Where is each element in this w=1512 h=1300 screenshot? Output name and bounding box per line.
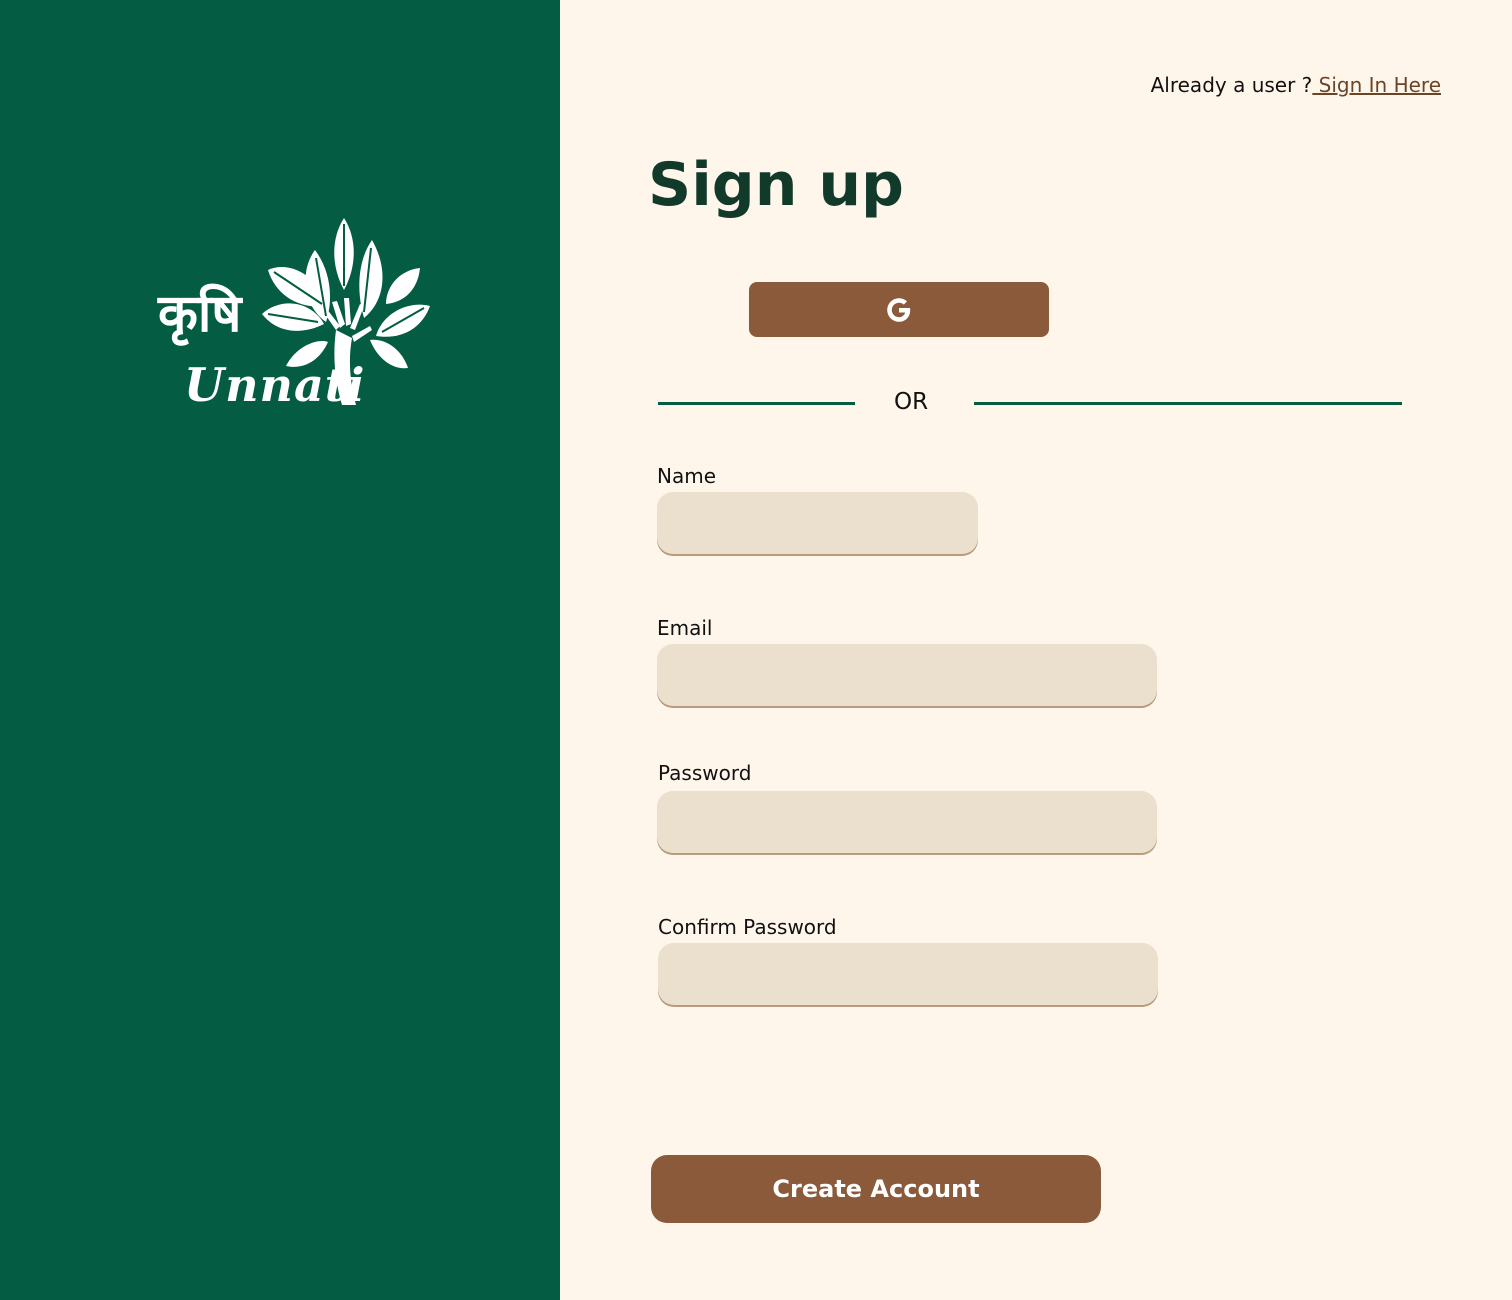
signin-link[interactable]: Sign In Here	[1312, 73, 1441, 97]
email-label: Email	[657, 616, 713, 640]
page-title: Sign up	[648, 150, 904, 220]
signin-prompt: Already a user ? Sign In Here	[1151, 73, 1441, 97]
divider-line-right	[974, 402, 1402, 405]
signin-prompt-text: Already a user ?	[1150, 73, 1313, 97]
krishi-unnati-logo: कृषि Unnati	[150, 210, 440, 420]
confirm-password-label: Confirm Password	[658, 915, 837, 939]
brand-panel: कृषि Unnati	[0, 0, 560, 1300]
confirm-password-input[interactable]	[658, 943, 1158, 1005]
name-label: Name	[657, 464, 717, 488]
logo-wordmark: Unnati	[184, 358, 366, 412]
password-label: Password	[658, 761, 752, 785]
name-input[interactable]	[657, 492, 978, 554]
google-signin-button[interactable]	[749, 282, 1049, 337]
divider-or: OR	[894, 389, 929, 415]
divider-line-left	[658, 402, 855, 405]
email-input[interactable]	[657, 644, 1157, 706]
create-account-button[interactable]: Create Account	[651, 1155, 1101, 1223]
google-g-icon	[887, 297, 911, 322]
signup-panel: Already a user ? Sign In Here Sign up OR…	[560, 0, 1512, 1300]
logo-hindi-text: कृषि	[158, 283, 242, 344]
password-input[interactable]	[657, 791, 1157, 853]
